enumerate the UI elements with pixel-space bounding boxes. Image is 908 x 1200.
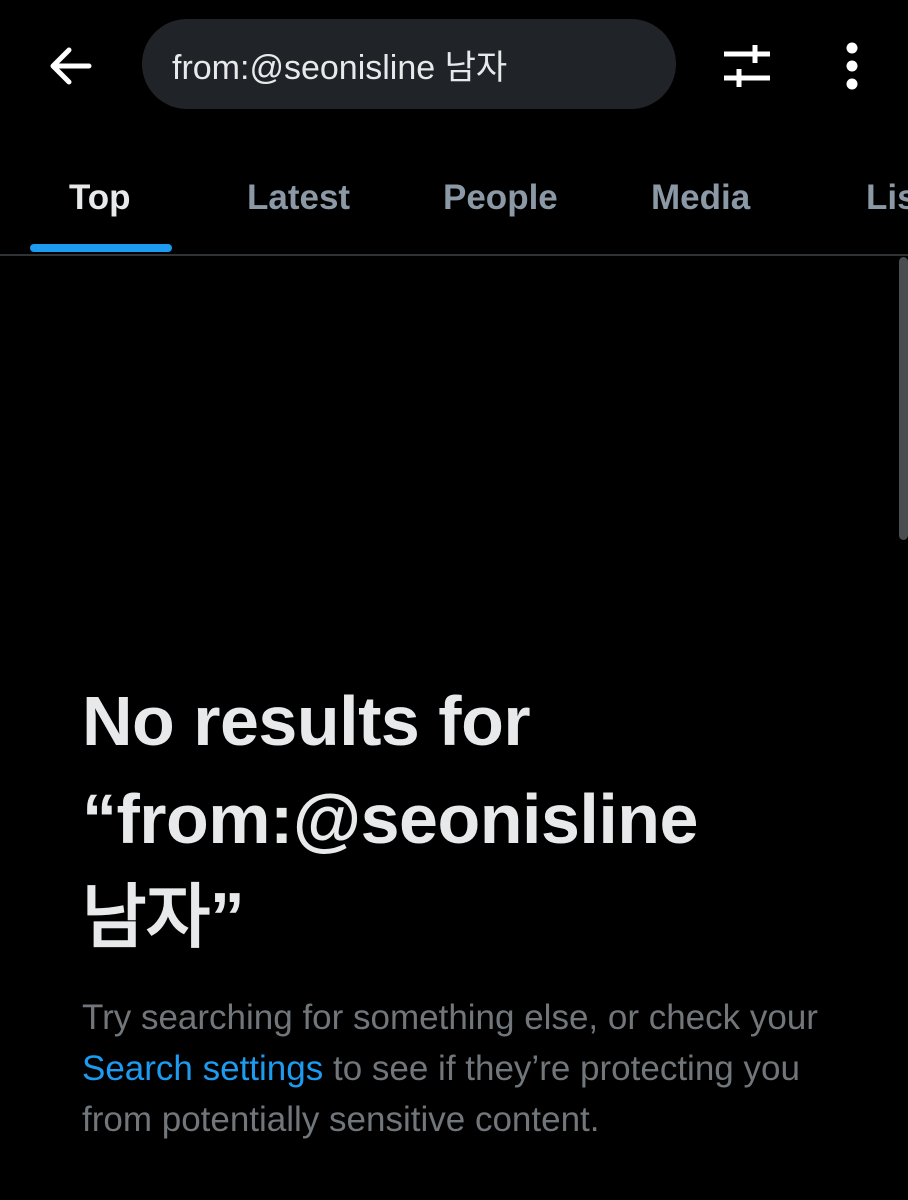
empty-state-description: Try searching for something else, or che… [82, 992, 842, 1145]
tab-media[interactable]: Media [651, 150, 750, 254]
more-vertical-icon [846, 42, 858, 90]
empty-title-line: 남자” [82, 878, 245, 956]
tabs-divider [0, 254, 908, 256]
search-results-screen: from:@seonisline 남자 Top Latest People Me… [0, 0, 908, 1200]
empty-title-line: “from:@seonisline [82, 780, 698, 858]
search-query: from:@seonisline 남자 [172, 48, 508, 87]
tab-latest[interactable]: Latest [247, 150, 350, 254]
search-filter-button[interactable] [716, 40, 778, 92]
scrollbar[interactable] [899, 257, 908, 540]
tab-people[interactable]: People [443, 150, 558, 254]
search-input[interactable]: from:@seonisline 남자 [142, 19, 676, 109]
active-tab-indicator [30, 244, 172, 252]
empty-state-title: No results for “from:@seonisline 남자” [82, 672, 862, 966]
tab-top[interactable]: Top [69, 150, 131, 254]
arrow-left-icon [50, 47, 92, 85]
tab-lists[interactable]: Lis [866, 150, 908, 254]
back-button[interactable] [40, 38, 100, 94]
description-text: Try searching for something else, or che… [82, 998, 818, 1037]
more-options-button[interactable] [828, 36, 876, 96]
empty-title-line: No results for [82, 682, 531, 760]
top-bar: from:@seonisline 남자 [0, 0, 908, 130]
sliders-icon [724, 45, 770, 87]
search-tabs: Top Latest People Media Lis [0, 150, 908, 256]
search-settings-link[interactable]: Search settings [82, 1049, 323, 1088]
